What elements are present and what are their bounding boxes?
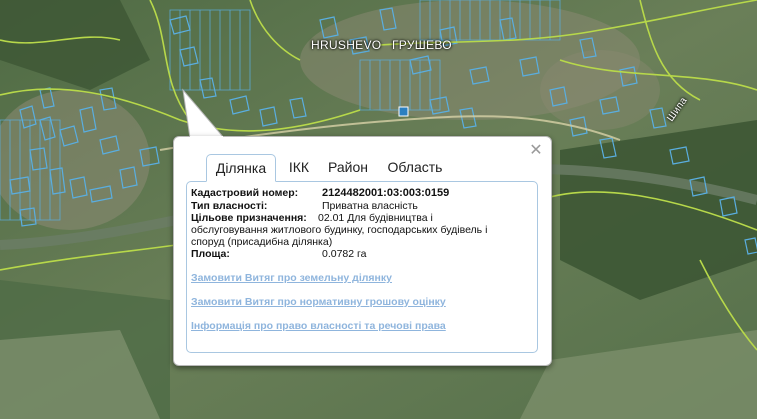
order-valuation-extract-link[interactable]: Замовити Витяг про нормативну грошову оц…	[191, 296, 446, 308]
tab-parcel[interactable]: Ділянка	[206, 154, 276, 182]
close-icon[interactable]: ✕	[528, 142, 544, 158]
place-label-cyrillic: ГРУШЕВО	[392, 38, 452, 52]
place-label-latin: HRUSHEVO	[311, 38, 382, 52]
purpose-value-line-3: споруд (присадибна ділянка)	[191, 236, 333, 248]
ownership-label: Тип власності:	[191, 200, 268, 212]
tab-ikk[interactable]: ІКК	[284, 154, 314, 182]
cadastral-value: 2124482001:03:003:0159	[322, 187, 450, 199]
ownership-rights-info-link[interactable]: Інформація про право власності та речові…	[191, 320, 446, 332]
cadastral-label: Кадастровий номер:	[191, 187, 299, 199]
order-parcel-extract-link[interactable]: Замовити Витяг про земельну ділянку	[191, 272, 392, 284]
purpose-value-line-2: обслуговування житлового будинку, господ…	[191, 224, 488, 236]
ownership-value: Приватна власність	[322, 200, 418, 212]
tab-district[interactable]: Район	[324, 154, 372, 182]
purpose-label: Цільове призначення:	[191, 212, 307, 224]
tab-region[interactable]: Область	[384, 154, 446, 182]
area-value: 0.0782 га	[322, 248, 367, 260]
purpose-value-line-1: 02.01 Для будівництва і	[318, 212, 433, 224]
area-label: Площа:	[191, 248, 230, 260]
